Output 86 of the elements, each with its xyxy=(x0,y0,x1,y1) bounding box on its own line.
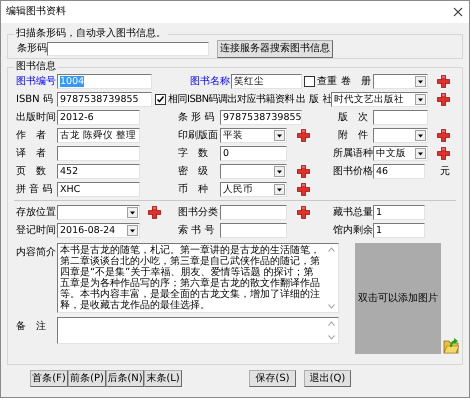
field-label: 作 者 xyxy=(16,128,47,142)
text-field[interactable]: 0 xyxy=(220,146,287,161)
scroll-up-icon[interactable] xyxy=(328,321,334,326)
text-field[interactable] xyxy=(220,223,287,238)
dropdown[interactable]: 时代文艺出版社 xyxy=(331,92,428,107)
field-label: 备 注 xyxy=(16,320,47,334)
checkbox[interactable] xyxy=(155,94,166,105)
add-icon[interactable] xyxy=(297,129,310,142)
dropdown[interactable]: 人民币 xyxy=(220,182,287,197)
barcode-field[interactable] xyxy=(47,42,209,56)
add-icon[interactable] xyxy=(148,206,161,219)
scroll-down-icon[interactable] xyxy=(328,304,334,309)
dropdown[interactable]: 2016-08-24 xyxy=(57,223,140,238)
field-label: 拼 音 码 xyxy=(16,182,54,196)
field-label: 附 件 xyxy=(338,128,369,142)
nav-button[interactable]: 末条(L) xyxy=(144,370,182,387)
add-icon[interactable] xyxy=(297,165,310,178)
add-icon[interactable] xyxy=(437,93,450,106)
text-field[interactable]: 1 xyxy=(373,223,425,238)
dropdown[interactable]: 平装 xyxy=(220,128,287,143)
scroll-up-icon[interactable] xyxy=(328,247,334,252)
open-folder-icon[interactable] xyxy=(443,336,459,354)
field-label: 所属语种 xyxy=(333,146,373,160)
text-field[interactable]: 笑红尘 xyxy=(231,74,302,89)
search-server-button[interactable]: 连接服务器搜索图书信息 xyxy=(217,40,333,58)
field-label: 图书名称 xyxy=(190,74,230,88)
field-label: 版 次 xyxy=(338,110,369,124)
text-field[interactable]: 46 xyxy=(373,164,425,179)
dropdown[interactable] xyxy=(220,164,287,179)
text-field[interactable]: XHC xyxy=(57,182,140,197)
nav-button[interactable]: 后条(N) xyxy=(106,370,144,387)
close-icon[interactable] xyxy=(453,7,463,17)
text-field[interactable]: 9787538739855 xyxy=(57,92,152,107)
image-drop-area[interactable]: 双击可以添加图片 xyxy=(355,243,441,354)
text-area[interactable]: 本书是古龙的随笔，札记。第一章讲的是古龙的生活随笔，第二章谈谈台北的小吃，第三章是自己武侠作品的随记，第四章是“不是集”关于幸福、朋友、爱情等话题 的探讨；第五章是为各种作品写的序；第六章是古龙的散文作翻译作品等。本书内容丰富，是最全面的古龙文集，增加了详细的注释，是收藏古龙作品的最佳选择。 xyxy=(57,243,339,313)
field-label: 馆内剩余 xyxy=(333,224,373,238)
checkbox-label[interactable]: 查重 xyxy=(317,76,337,88)
field-label: 条形码 xyxy=(17,42,47,56)
add-icon[interactable] xyxy=(297,183,310,196)
field-label: 藏书总量 xyxy=(333,206,373,220)
text-field[interactable]: 2012-6 xyxy=(57,110,140,125)
action-button[interactable]: 退出(Q) xyxy=(304,370,351,387)
field-label: 图书分类 xyxy=(178,206,218,220)
field-label: 索 书 号 xyxy=(178,224,216,238)
add-icon[interactable] xyxy=(437,147,450,160)
field-label: 密 级 xyxy=(178,164,209,178)
nav-button[interactable]: 前条(P) xyxy=(68,370,106,387)
field-label: 出版时间 xyxy=(16,110,56,124)
group-title: 图书信息 xyxy=(15,62,57,72)
text-field[interactable] xyxy=(57,146,140,161)
text-field[interactable]: 9787538739855 xyxy=(220,110,302,125)
dropdown[interactable] xyxy=(57,205,140,220)
add-icon[interactable] xyxy=(297,206,310,219)
field-label: 译 者 xyxy=(16,146,47,160)
field-label: 图书编号 xyxy=(16,74,56,88)
text-field[interactable]: 452 xyxy=(57,164,140,179)
field-label: ISBN 码 xyxy=(16,92,54,106)
field-label: 出 版 社 xyxy=(296,92,331,106)
field-label: 元 xyxy=(440,164,451,178)
scroll-down-icon[interactable] xyxy=(328,335,334,340)
dropdown[interactable] xyxy=(373,74,428,89)
field-label: 登记时间 xyxy=(16,224,56,238)
add-icon[interactable] xyxy=(437,75,450,88)
field-label: 图书价格 xyxy=(333,164,373,178)
checkbox[interactable] xyxy=(304,76,315,87)
window-title: 编辑图书资料 xyxy=(6,6,66,18)
field-label: 内容简介 xyxy=(16,246,56,260)
dropdown[interactable]: 中文版 xyxy=(373,146,428,161)
text-field[interactable]: 1 xyxy=(373,205,425,220)
field-label: 印刷版面 xyxy=(178,128,218,142)
field-label: 币 种 xyxy=(178,182,209,196)
checkbox-label[interactable]: 相同ISBN码调出对应书籍资料 xyxy=(168,94,294,106)
text-field[interactable]: 古龙 陈舜仪 整理 xyxy=(57,128,140,143)
action-button[interactable]: 保存(S) xyxy=(249,370,296,387)
text-field[interactable] xyxy=(373,110,428,125)
field-label: 条 形 码 xyxy=(178,110,216,124)
text-area[interactable] xyxy=(57,317,339,344)
field-label: 存放位置 xyxy=(16,206,56,220)
dropdown[interactable] xyxy=(373,128,428,143)
nav-button[interactable]: 首条(F) xyxy=(30,370,68,387)
group-title: 扫描条形码，自动录入图书信息。 xyxy=(15,29,167,39)
field-label: 字 数 xyxy=(178,146,209,160)
field-label: 卷 册 xyxy=(341,74,372,88)
add-icon[interactable] xyxy=(437,129,450,142)
field-label: 页 数 xyxy=(16,164,47,178)
text-field[interactable] xyxy=(220,205,287,220)
